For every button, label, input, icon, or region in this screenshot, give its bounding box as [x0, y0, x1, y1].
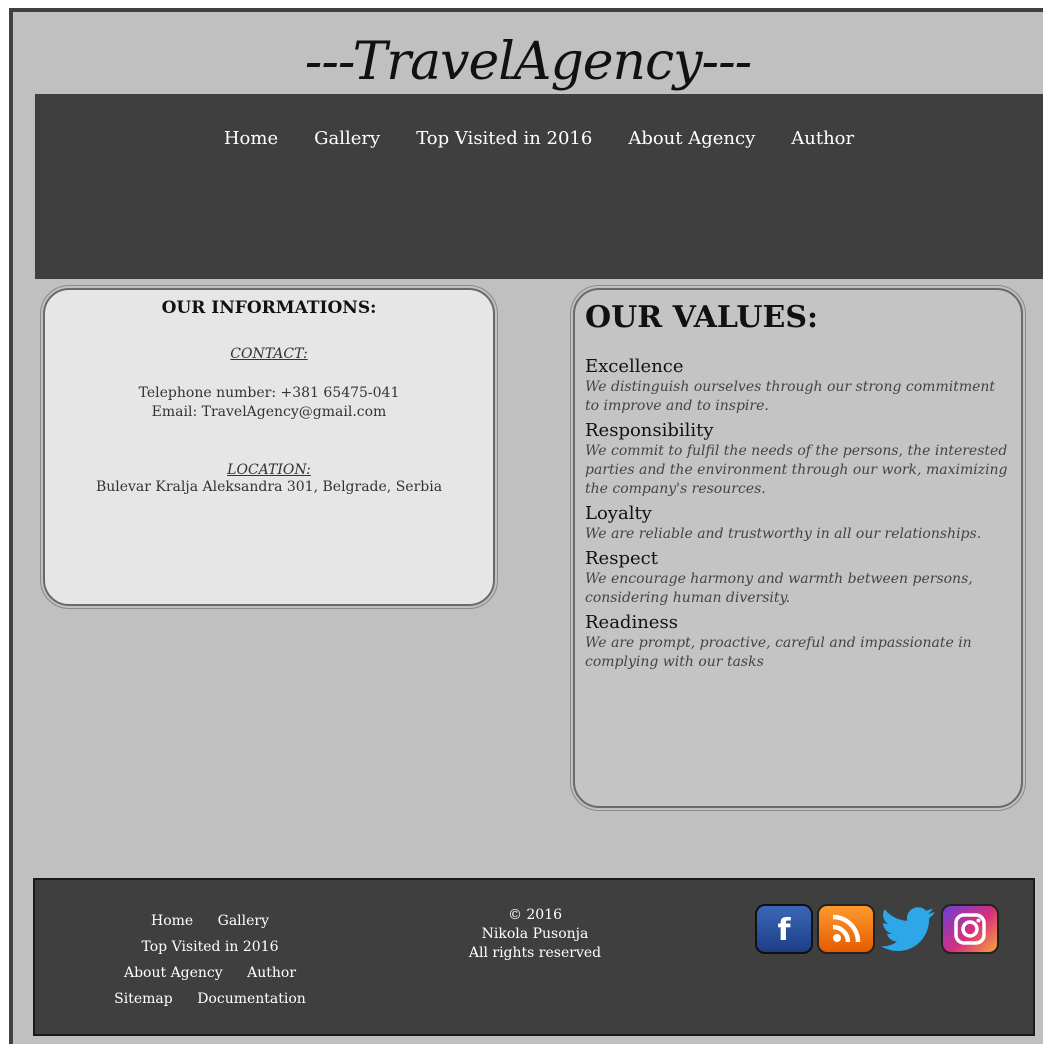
value-responsibility-desc: We commit to fulfil the needs of the per… — [585, 443, 1008, 497]
contact-label: CONTACT: — [230, 346, 308, 362]
site-title: ---TravelAgency--- — [304, 32, 753, 92]
footer-nav: Home Gallery Top Visited in 2016 About A… — [75, 908, 345, 1012]
facebook-icon[interactable]: f — [755, 904, 813, 954]
footer-link-sitemap[interactable]: Sitemap — [114, 991, 173, 1007]
owner-text: Nikola Pusonja — [481, 926, 589, 942]
instagram-icon[interactable] — [941, 904, 999, 954]
location-label: LOCATION: — [227, 462, 311, 478]
address-text: Bulevar Kralja Aleksandra 301, Belgrade,… — [95, 479, 443, 495]
info-heading: OUR INFORMATIONS: — [161, 298, 377, 318]
svg-text:f: f — [777, 913, 791, 947]
value-excellence: Excellence — [585, 356, 684, 377]
page: ---TravelAgency--- Home Gallery Top Visi… — [9, 8, 1043, 1044]
values-heading: OUR VALUES: — [585, 300, 819, 335]
value-loyalty-desc: We are reliable and trustworthy in all o… — [585, 526, 982, 542]
nav-about-agency[interactable]: About Agency — [628, 128, 755, 149]
value-respect: Respect — [585, 548, 658, 569]
nav-gallery[interactable]: Gallery — [314, 128, 380, 149]
rights-text: All rights reserved — [468, 945, 602, 961]
value-responsibility: Responsibility — [585, 420, 714, 441]
footer-link-top-visited[interactable]: Top Visited in 2016 — [142, 939, 279, 955]
value-respect-desc: We encourage harmony and warmth between … — [585, 571, 973, 606]
nav-top-visited[interactable]: Top Visited in 2016 — [416, 128, 592, 149]
rss-icon[interactable] — [817, 904, 875, 954]
header-nav: Home Gallery Top Visited in 2016 About A… — [35, 94, 1043, 279]
footer-link-documentation[interactable]: Documentation — [197, 991, 306, 1007]
value-readiness-desc: We are prompt, proactive, careful and im… — [585, 635, 972, 670]
nav-author[interactable]: Author — [791, 128, 854, 149]
info-panel: OUR INFORMATIONS: CONTACT: Telephone num… — [40, 285, 498, 609]
copyright-text: © 2016 — [507, 907, 563, 923]
value-readiness: Readiness — [585, 612, 678, 633]
value-excellence-desc: We distinguish ourselves through our str… — [585, 379, 996, 414]
copyright-block: © 2016 Nikola Pusonja All rights reserve… — [435, 906, 635, 963]
email-text: Email: TravelAgency@gmail.com — [151, 404, 387, 420]
footer: Home Gallery Top Visited in 2016 About A… — [33, 878, 1035, 1036]
footer-link-gallery[interactable]: Gallery — [218, 913, 269, 929]
twitter-icon[interactable] — [879, 904, 937, 954]
values-panel: OUR VALUES: Excellence We distinguish ou… — [570, 285, 1026, 811]
footer-link-about-agency[interactable]: About Agency — [124, 965, 223, 981]
social-icons: f — [755, 904, 999, 954]
nav-home[interactable]: Home — [224, 128, 278, 149]
telephone-text: Telephone number: +381 65475-041 — [138, 385, 400, 401]
footer-link-author[interactable]: Author — [247, 965, 296, 981]
footer-link-home[interactable]: Home — [151, 913, 193, 929]
value-loyalty: Loyalty — [585, 503, 652, 524]
